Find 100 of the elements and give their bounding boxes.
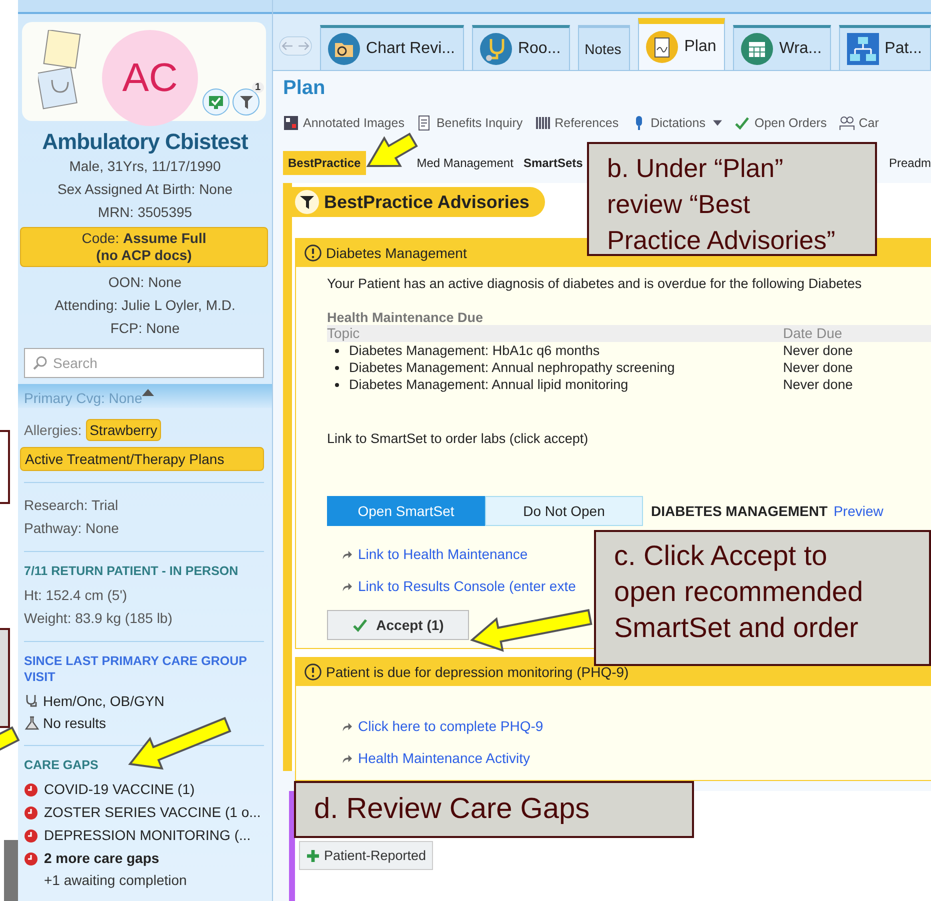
page-title: Plan: [283, 77, 326, 101]
toolbar-button[interactable]: Benefits Inquiry: [416, 113, 523, 133]
patient-detail: Research: Trial: [24, 496, 120, 515]
section-tab[interactable]: SmartSets: [518, 151, 588, 175]
allergy-tag[interactable]: Strawberry: [86, 419, 162, 441]
toolbar-button[interactable]: References: [534, 113, 619, 133]
patient-detail: Sex Assigned At Birth: None: [56, 180, 234, 200]
callout-note: d. Review Care Gaps: [294, 781, 694, 838]
section-title: CARE GAPS: [24, 757, 100, 773]
link-arrow-icon: [341, 752, 352, 764]
choice-button[interactable]: Do Not Open: [485, 496, 643, 526]
section-tab[interactable]: BestPractice: [283, 151, 366, 175]
flask-icon: [24, 715, 40, 731]
clock-icon: [24, 852, 38, 866]
encounter-title: 7/11 RETURN PATIENT - IN PERSON: [24, 563, 240, 579]
people-icon: [838, 115, 855, 131]
patient-detail: OON: None: [107, 273, 183, 292]
care-gap-item[interactable]: 2 more care gaps: [44, 847, 160, 870]
table-cell-text: Never done: [783, 359, 854, 376]
patient-detail: Attending: Julie L Oyler, M.D.: [54, 296, 236, 316]
stethoscope-icon: [478, 32, 513, 66]
care-gap-item[interactable]: COVID-19 VACCINE (1): [44, 778, 195, 801]
patient-detail: Pathway: None: [24, 519, 120, 538]
warning-icon: [304, 244, 322, 262]
section-tab[interactable]: Med Management: [412, 151, 518, 175]
document-icon: [416, 115, 432, 131]
code-status-text: (no ACP docs): [96, 247, 192, 264]
avatar-initials: AC: [102, 30, 198, 126]
coverage-text: Primary Cvg: None: [24, 390, 142, 406]
callout-note: c. Click Accept to open recommended SmartSet and order: [594, 530, 931, 666]
smartset-name: DIABETES MANAGEMENT: [651, 503, 828, 519]
care-gap-item[interactable]: ZOSTER SERIES VACCINE (1 o...: [44, 801, 261, 824]
activity-tab[interactable]: Notes: [578, 25, 630, 70]
patient-detail: FCP: None: [109, 319, 181, 338]
preview-link[interactable]: Preview: [834, 503, 884, 519]
arrow: [366, 132, 418, 167]
vital-sign: Weight: 83.9 kg (185 lb): [24, 609, 174, 628]
patient-name: Ambulatory Cbistest: [41, 129, 249, 156]
clock-icon: [24, 828, 38, 842]
patient-reported-button[interactable]: Patient-Reported: [299, 841, 434, 870]
search-icon: [32, 355, 48, 372]
advisory-text: Link to SmartSet to order labs (click accept): [327, 431, 590, 446]
section-title: SINCE LAST PRIMARY CARE GROUP VISIT: [24, 653, 248, 685]
table-title: Health Maintenance Due: [327, 310, 484, 325]
notification-badge: 1: [252, 82, 264, 93]
clock-icon: [24, 806, 38, 820]
activity-tab[interactable]: Chart Revi...: [320, 25, 464, 70]
treatment-plans-tag[interactable]: Active Treatment/Therapy Plans: [20, 447, 264, 471]
section-header: BestPractice Advisories: [292, 187, 546, 217]
plus-icon: [306, 848, 320, 862]
table-cell-text: Never done: [783, 376, 854, 393]
care-gap-note: +1 awaiting completion: [43, 871, 188, 890]
patient-detail: Male, 31Yrs, 11/17/1990: [68, 157, 222, 176]
image-icon: [283, 115, 299, 131]
advisory-link[interactable]: Click here to complete PHQ-9: [358, 718, 544, 734]
allergies-label: Allergies:: [24, 422, 82, 438]
toolbar-button[interactable]: Annotated Images: [283, 113, 404, 133]
visit-summary-item: Hem/Onc, OB/GYN: [43, 692, 164, 711]
warning-icon: [304, 663, 322, 681]
search-field[interactable]: Search: [24, 348, 264, 378]
table-cell: Diabetes Management: HbA1c q6 months: [327, 342, 783, 359]
table-cell: Diabetes Management: Annual nephropathy screening: [327, 359, 783, 376]
advisory-text: Your Patient has an active diagnosis of diabetes and is overdue for the following Diabetes: [327, 275, 863, 293]
clipboard-icon: [645, 30, 680, 64]
activity-tab[interactable]: Wra...: [733, 25, 831, 70]
check-icon: [734, 115, 750, 131]
link-arrow-icon: [341, 580, 352, 592]
toolbar-button[interactable]: Dictations: [630, 113, 722, 133]
accept-button[interactable]: Accept (1): [327, 610, 469, 640]
care-gap-item[interactable]: DEPRESSION MONITORING (...: [44, 824, 251, 847]
activity-tab[interactable]: Pat...: [838, 25, 931, 70]
folder-icon: [327, 32, 362, 66]
link-arrow-icon: [341, 548, 352, 560]
column-header: Topic: [327, 325, 361, 342]
code-status-text: Code: Assume Full: [82, 230, 206, 248]
toolbar-button[interactable]: Car: [838, 113, 879, 133]
toolbar-button[interactable]: Open Orders: [734, 113, 827, 133]
bullet-icon: [335, 382, 339, 386]
flowchart-icon: [846, 32, 880, 66]
collapse-icon[interactable]: [142, 388, 154, 396]
activity-tab[interactable]: Plan: [638, 18, 726, 70]
calendar-icon: [740, 32, 774, 66]
advisory-link[interactable]: Health Maintenance Activity: [358, 750, 530, 766]
activity-tab[interactable]: Roo...: [472, 25, 570, 70]
section-tab[interactable]: Preadm: [884, 151, 931, 175]
patient-detail: MRN: 3505395: [96, 203, 194, 222]
funnel-icon: [294, 189, 320, 215]
check-icon: [352, 617, 368, 633]
advisory-link[interactable]: Link to Health Maintenance: [358, 546, 528, 562]
link-arrow-icon: [341, 720, 352, 732]
bullet-icon: [335, 366, 339, 370]
advisory-link[interactable]: Link to Results Console (enter exte: [358, 578, 576, 594]
visit-summary-item: No results: [43, 714, 106, 733]
callout-note: b. Under “Plan” review “Best Practice Advisories”: [587, 142, 877, 256]
vital-sign: Ht: 152.4 cm (5'): [24, 586, 128, 605]
panel-edge: [4, 840, 18, 901]
monitor-check-icon[interactable]: [202, 88, 230, 116]
table-cell: Diabetes Management: Annual lipid monitoring: [327, 376, 783, 393]
caret-icon: [713, 120, 722, 126]
column-header: Date Due: [783, 325, 844, 342]
